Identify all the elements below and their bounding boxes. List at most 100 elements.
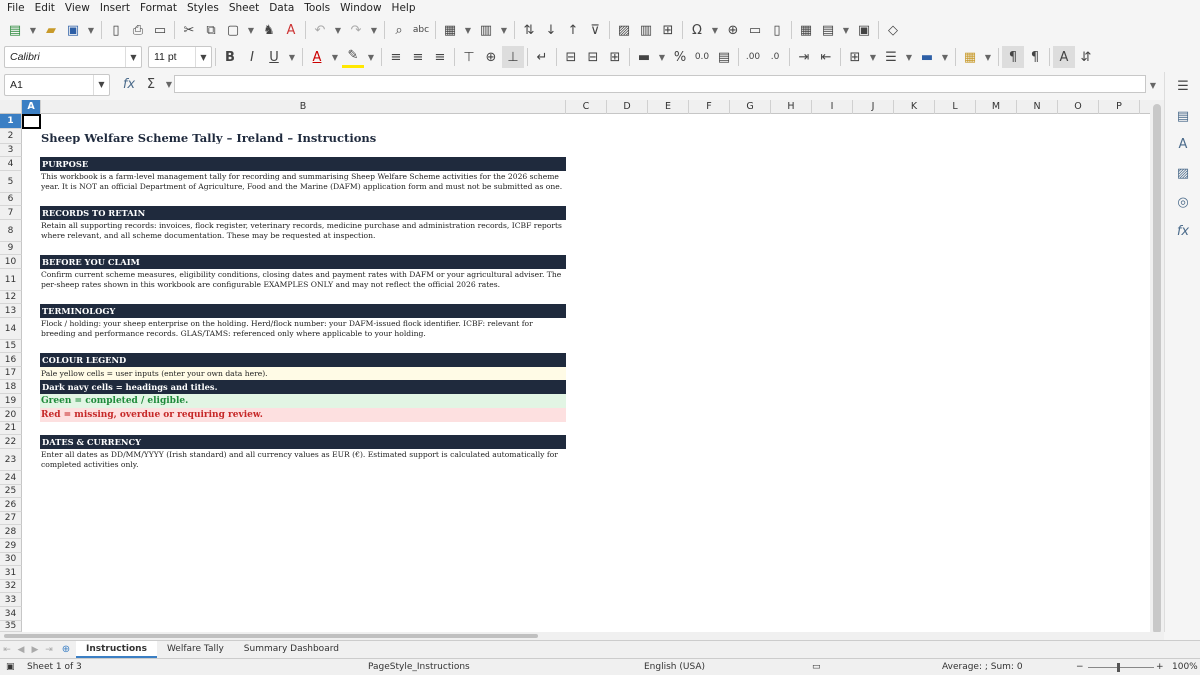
zoom-slider-handle[interactable] bbox=[1117, 663, 1120, 672]
row-header[interactable]: 18 bbox=[0, 380, 22, 394]
sort-ascending-icon[interactable]: ↓ bbox=[540, 19, 562, 41]
chevron-down-icon[interactable]: ▼ bbox=[285, 46, 299, 68]
row-header[interactable]: 32 bbox=[0, 580, 22, 593]
border-color-icon[interactable]: ▬ bbox=[916, 46, 938, 68]
row-header[interactable]: 16 bbox=[0, 353, 22, 367]
menu-data[interactable]: Data bbox=[264, 0, 299, 17]
copy-icon[interactable]: ⧉ bbox=[200, 19, 222, 41]
document-modified-icon[interactable]: ▣ bbox=[6, 659, 15, 675]
row-header[interactable]: 15 bbox=[0, 340, 22, 353]
horizontal-scroll-thumb[interactable] bbox=[4, 634, 538, 638]
text-direction-rtl-icon[interactable]: ¶ bbox=[1024, 46, 1046, 68]
wrap-text-icon[interactable]: ↵ bbox=[531, 46, 553, 68]
name-box[interactable]: A1 ▼ bbox=[4, 73, 110, 96]
italic-icon[interactable]: I bbox=[241, 46, 263, 68]
sheet-tab-welfare-tally[interactable]: Welfare Tally bbox=[157, 641, 234, 658]
menu-edit[interactable]: Edit bbox=[30, 0, 60, 17]
increase-indent-icon[interactable]: ⇥ bbox=[793, 46, 815, 68]
sheet-tab-summary-dashboard[interactable]: Summary Dashboard bbox=[234, 641, 349, 658]
row-header[interactable]: 35 bbox=[0, 621, 22, 632]
chevron-down-icon[interactable]: ▼ bbox=[93, 74, 109, 95]
new-document-icon[interactable]: ▤ bbox=[4, 19, 26, 41]
currency-icon[interactable]: ▬ bbox=[633, 46, 655, 68]
define-print-area-icon[interactable]: ▦ bbox=[795, 19, 817, 41]
row-header[interactable]: 33 bbox=[0, 593, 22, 607]
column-header-a[interactable]: A bbox=[22, 100, 41, 114]
freeze-rows-icon[interactable]: ▤ bbox=[817, 19, 839, 41]
chevron-down-icon[interactable]: ▼ bbox=[1146, 74, 1160, 96]
row-header[interactable]: 2 bbox=[0, 129, 22, 144]
chevron-down-icon[interactable]: ▼ bbox=[125, 47, 141, 67]
legend-navy-cell[interactable]: Dark navy cells = headings and titles. bbox=[40, 380, 566, 394]
column-header-f[interactable]: F bbox=[689, 100, 730, 114]
zoom-slider[interactable] bbox=[1088, 667, 1154, 668]
row-header[interactable]: 4 bbox=[0, 157, 22, 171]
cell-cursor[interactable] bbox=[22, 114, 41, 129]
vertical-scroll-thumb[interactable] bbox=[1153, 104, 1161, 634]
font-color-icon[interactable]: A bbox=[306, 46, 328, 68]
row-header[interactable]: 6 bbox=[0, 193, 22, 206]
highlight-color-icon[interactable]: ✎ bbox=[342, 46, 364, 68]
export-pdf-icon[interactable]: ▯ bbox=[105, 19, 127, 41]
column-header-c[interactable]: C bbox=[566, 100, 607, 114]
open-folder-icon[interactable]: ▰ bbox=[40, 19, 62, 41]
undo-icon[interactable]: ↶ bbox=[309, 19, 331, 41]
row-header[interactable]: 8 bbox=[0, 220, 22, 242]
row-header[interactable]: 14 bbox=[0, 318, 22, 340]
print-preview-icon[interactable]: ▭ bbox=[149, 19, 171, 41]
conditional-format-icon[interactable]: ▦ bbox=[959, 46, 981, 68]
align-center-icon[interactable]: ≡ bbox=[407, 46, 429, 68]
functions-icon[interactable]: fx bbox=[1172, 220, 1194, 242]
center-vertically-icon[interactable]: ⊕ bbox=[480, 46, 502, 68]
chevron-down-icon[interactable]: ▼ bbox=[839, 19, 853, 41]
redo-icon[interactable]: ↷ bbox=[345, 19, 367, 41]
row-header[interactable]: 11 bbox=[0, 269, 22, 291]
dates-currency-text[interactable]: Enter all dates as DD/MM/YYYY (Irish sta… bbox=[40, 449, 566, 471]
column-header-m[interactable]: M bbox=[976, 100, 1017, 114]
language[interactable]: English (USA) bbox=[644, 659, 705, 675]
row-header[interactable]: 24 bbox=[0, 471, 22, 485]
chevron-down-icon[interactable]: ▼ bbox=[244, 19, 258, 41]
row-header[interactable]: 27 bbox=[0, 512, 22, 525]
row-header[interactable]: 10 bbox=[0, 255, 22, 269]
formula-input[interactable] bbox=[174, 75, 1146, 93]
section-heading-dates-currency[interactable]: DATES & CURRENCY bbox=[40, 435, 566, 449]
delete-decimal-icon[interactable]: .0 bbox=[764, 46, 786, 68]
select-all-corner[interactable] bbox=[0, 100, 22, 114]
row-header[interactable]: 13 bbox=[0, 304, 22, 318]
bold-icon[interactable]: B bbox=[219, 46, 241, 68]
row-header[interactable]: 17 bbox=[0, 367, 22, 380]
sum-display[interactable]: Average: ; Sum: 0 bbox=[942, 659, 1023, 675]
purpose-text[interactable]: This workbook is a farm-level management… bbox=[40, 171, 566, 193]
spreadsheet-grid[interactable]: A B C D E F G H I J K L M N O P 1 2 3 4 … bbox=[0, 100, 1150, 632]
insert-chart-icon[interactable]: ▥ bbox=[635, 19, 657, 41]
spelling-icon[interactable]: abc bbox=[410, 19, 432, 41]
menu-styles[interactable]: Styles bbox=[182, 0, 224, 17]
styles-icon[interactable]: A bbox=[1172, 133, 1194, 155]
add-decimal-icon[interactable]: .00 bbox=[742, 46, 764, 68]
column-header-l[interactable]: L bbox=[935, 100, 976, 114]
menu-tools[interactable]: Tools bbox=[299, 0, 335, 17]
menu-insert[interactable]: Insert bbox=[95, 0, 135, 17]
sort-icon[interactable]: ⇅ bbox=[518, 19, 540, 41]
comment-icon[interactable]: ▭ bbox=[744, 19, 766, 41]
menu-help[interactable]: Help bbox=[387, 0, 421, 17]
text-direction-ltr-icon[interactable]: ¶ bbox=[1002, 46, 1024, 68]
menu-file[interactable]: File bbox=[2, 0, 30, 17]
column-header-j[interactable]: J bbox=[853, 100, 894, 114]
row-header[interactable]: 26 bbox=[0, 498, 22, 512]
border-style-icon[interactable]: ☰ bbox=[880, 46, 902, 68]
chevron-down-icon[interactable]: ▼ bbox=[655, 46, 669, 68]
insert-image-icon[interactable]: ▨ bbox=[613, 19, 635, 41]
align-left-icon[interactable]: ≡ bbox=[385, 46, 407, 68]
before-claim-text[interactable]: Confirm current scheme measures, eligibi… bbox=[40, 269, 566, 291]
row-header[interactable]: 31 bbox=[0, 566, 22, 580]
align-bottom-icon[interactable]: ⊥ bbox=[502, 46, 524, 68]
legend-green-cell[interactable]: Green = completed / eligible. bbox=[40, 394, 566, 408]
unmerge-cells-icon[interactable]: ⊞ bbox=[604, 46, 626, 68]
column-header-p[interactable]: P bbox=[1099, 100, 1140, 114]
vertical-text-icon[interactable]: ⇵ bbox=[1075, 46, 1097, 68]
section-heading-purpose[interactable]: PURPOSE bbox=[40, 157, 566, 171]
menu-format[interactable]: Format bbox=[135, 0, 182, 17]
sum-icon[interactable]: Σ bbox=[140, 74, 162, 96]
